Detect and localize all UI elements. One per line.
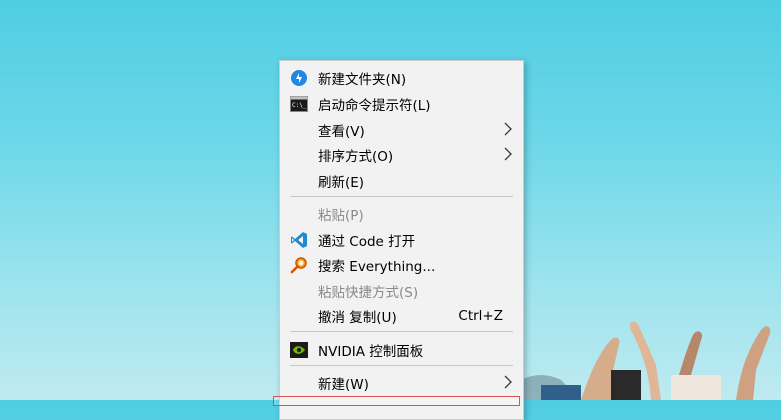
menu-item-open-with-code[interactable]: 通过 Code 打开: [280, 227, 523, 252]
context-menu: 新建文件夹(N) C:\_ 启动命令提示符(L) 查看(V) 排序方式(O) 刷…: [279, 60, 524, 420]
menu-separator: [290, 196, 513, 197]
menu-separator: [290, 365, 513, 366]
nvidia-icon: [290, 341, 308, 359]
menu-item-new-folder[interactable]: 新建文件夹(N): [280, 65, 523, 90]
raised-hands-photo: [521, 321, 771, 400]
vscode-icon: [290, 231, 308, 249]
menu-item-paste-shortcut[interactable]: 粘贴快捷方式(S): [280, 278, 523, 303]
menu-item-view[interactable]: 查看(V): [280, 117, 523, 142]
svg-text:C:\_: C:\_: [292, 102, 307, 109]
new-folder-icon: [290, 69, 308, 87]
shortcut-label: Ctrl+Z: [458, 307, 503, 324]
menu-separator: [290, 331, 513, 332]
menu-item-paste[interactable]: 粘贴(P): [280, 201, 523, 226]
menu-item-new[interactable]: 新建(W): [280, 370, 523, 395]
menu-item-sort-by[interactable]: 排序方式(O): [280, 142, 523, 167]
menu-item-search-everything[interactable]: 搜索 Everything...: [280, 252, 523, 277]
menu-item-undo-copy[interactable]: 撤消 复制(U) Ctrl+Z: [280, 303, 523, 328]
highlighted-menu-item-partial[interactable]: [273, 396, 520, 406]
menu-item-refresh[interactable]: 刷新(E): [280, 168, 523, 193]
everything-search-icon: [290, 256, 308, 274]
command-prompt-icon: C:\_: [290, 95, 308, 113]
chevron-right-icon: [504, 375, 512, 389]
menu-item-nvidia-control-panel[interactable]: NVIDIA 控制面板: [280, 337, 523, 362]
menu-item-command-prompt[interactable]: C:\_ 启动命令提示符(L): [280, 91, 523, 116]
chevron-right-icon: [504, 147, 512, 161]
chevron-right-icon: [504, 122, 512, 136]
